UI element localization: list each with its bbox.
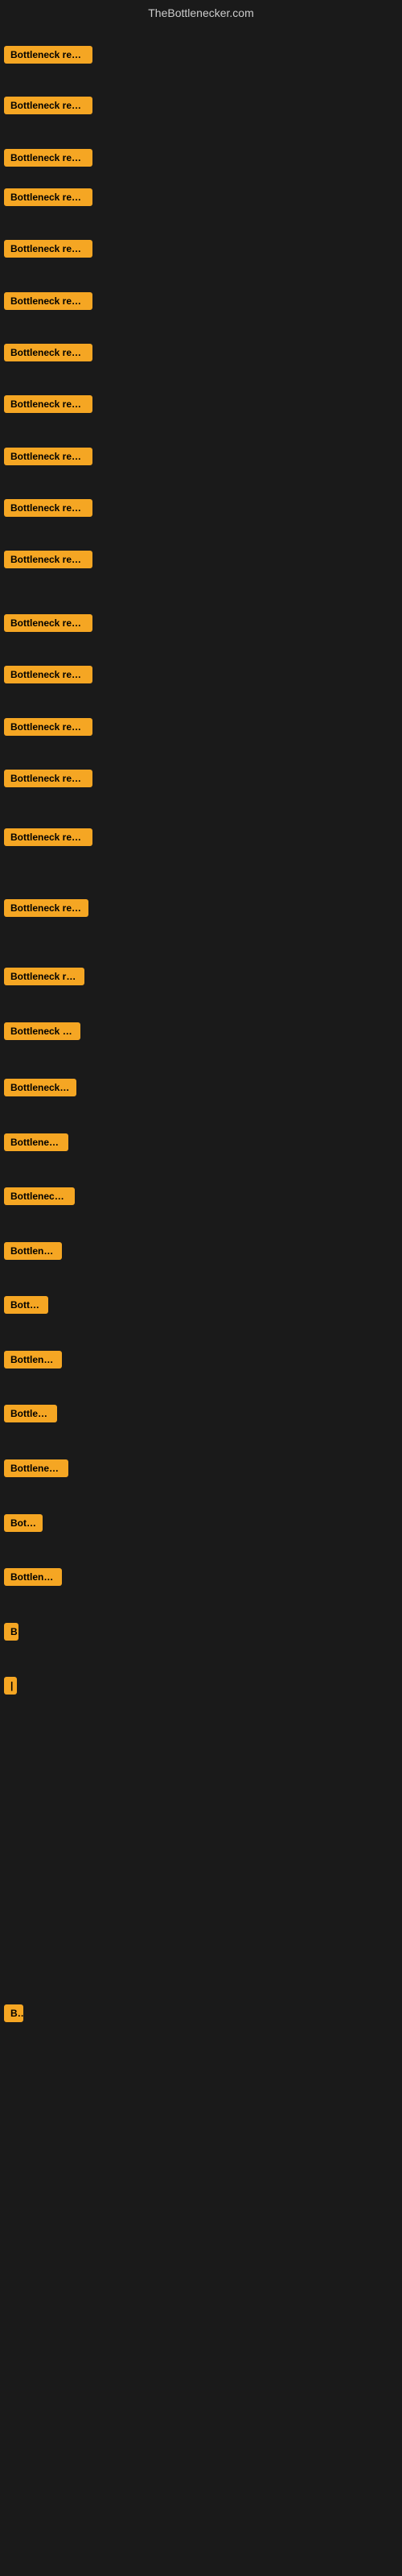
site-title: TheBottlenecker.com <box>148 6 254 19</box>
badge-row-1: Bottleneck result <box>4 46 92 68</box>
badge-row-2: Bottleneck result <box>4 97 92 118</box>
bottleneck-result-badge: Bottleneck res <box>4 1187 75 1205</box>
bottleneck-result-badge: Bottleneck result <box>4 551 92 568</box>
bottleneck-result-badge: Bottleneck result <box>4 46 92 64</box>
bottleneck-result-badge: Bottleneck result <box>4 666 92 683</box>
badge-row-14: Bottleneck result <box>4 718 92 740</box>
badge-row-16: Bottleneck result <box>4 828 92 850</box>
badge-row-6: Bottleneck result <box>4 292 92 314</box>
badge-row-26: Bottlenec <box>4 1405 57 1426</box>
bottleneck-result-badge: Bottleneck <box>4 1242 62 1260</box>
badge-row-23: Bottleneck <box>4 1242 62 1264</box>
badge-row-20: Bottleneck result <box>4 1079 76 1100</box>
bottleneck-result-badge: Bottleneck result <box>4 97 92 114</box>
bottleneck-result-badge: Bottlenec <box>4 1405 57 1422</box>
badge-row-5: Bottleneck result <box>4 240 92 262</box>
badge-row-17: Bottleneck result <box>4 899 88 921</box>
bottleneck-result-badge: Bottleneck result <box>4 770 92 787</box>
bottleneck-result-badge: Bottleneck r <box>4 1133 68 1151</box>
badge-row-11: Bottleneck result <box>4 551 92 572</box>
badge-row-10: Bottleneck result <box>4 499 92 521</box>
bottleneck-result-badge: Bottleneck result <box>4 448 92 465</box>
badge-row-4: Bottleneck result <box>4 188 92 210</box>
bottleneck-result-badge: Bottleneck r <box>4 1459 68 1477</box>
bottleneck-result-badge: Bottleneck result <box>4 1022 80 1040</box>
bottleneck-result-badge: Bottle <box>4 1514 43 1532</box>
bottleneck-result-badge: Bottleneck <box>4 1568 62 1586</box>
bottleneck-result-badge: Bottleneck <box>4 1351 62 1368</box>
bottleneck-result-badge: Bottleneck result <box>4 188 92 206</box>
bottleneck-result-badge: Bottleneck result <box>4 344 92 361</box>
bottleneck-result-badge: Bottleneck result <box>4 292 92 310</box>
badge-row-27: Bottleneck r <box>4 1459 68 1481</box>
badge-row-31: | <box>4 1677 17 1699</box>
bottleneck-result-badge: Bottleneck result <box>4 718 92 736</box>
badge-row-3: Bottleneck result <box>4 149 92 171</box>
bottleneck-result-badge: Bottleneck result <box>4 499 92 517</box>
badge-row-30: B <box>4 1623 18 1645</box>
bottleneck-result-badge: Bottlen <box>4 1296 48 1314</box>
badge-row-24: Bottlen <box>4 1296 48 1318</box>
badge-row-13: Bottleneck result <box>4 666 92 687</box>
badge-row-29: Bottleneck <box>4 1568 62 1590</box>
badge-row-25: Bottleneck <box>4 1351 62 1373</box>
bottleneck-result-badge: Bottleneck result <box>4 614 92 632</box>
badge-row-21: Bottleneck r <box>4 1133 68 1155</box>
bottleneck-result-badge: Bottleneck result <box>4 828 92 846</box>
badge-row-9: Bottleneck result <box>4 448 92 469</box>
badge-row-19: Bottleneck result <box>4 1022 80 1044</box>
bottleneck-result-badge: Bottleneck result <box>4 149 92 167</box>
bottleneck-result-badge: | <box>4 1677 17 1695</box>
bottleneck-result-badge: Bo <box>4 2004 23 2022</box>
bottleneck-result-badge: B <box>4 1623 18 1641</box>
badge-row-22: Bottleneck res <box>4 1187 75 1209</box>
bottleneck-result-badge: Bottleneck result <box>4 1079 76 1096</box>
bottleneck-result-badge: Bottleneck result <box>4 240 92 258</box>
badge-row-15: Bottleneck result <box>4 770 92 791</box>
bottleneck-result-badge: Bottleneck result <box>4 968 84 985</box>
bottleneck-result-badge: Bottleneck result <box>4 395 92 413</box>
badge-row-7: Bottleneck result <box>4 344 92 365</box>
badge-row-32: Bo <box>4 2004 23 2026</box>
badge-row-12: Bottleneck result <box>4 614 92 636</box>
badge-row-8: Bottleneck result <box>4 395 92 417</box>
bottleneck-result-badge: Bottleneck result <box>4 899 88 917</box>
badge-row-28: Bottle <box>4 1514 43 1536</box>
badge-row-18: Bottleneck result <box>4 968 84 989</box>
